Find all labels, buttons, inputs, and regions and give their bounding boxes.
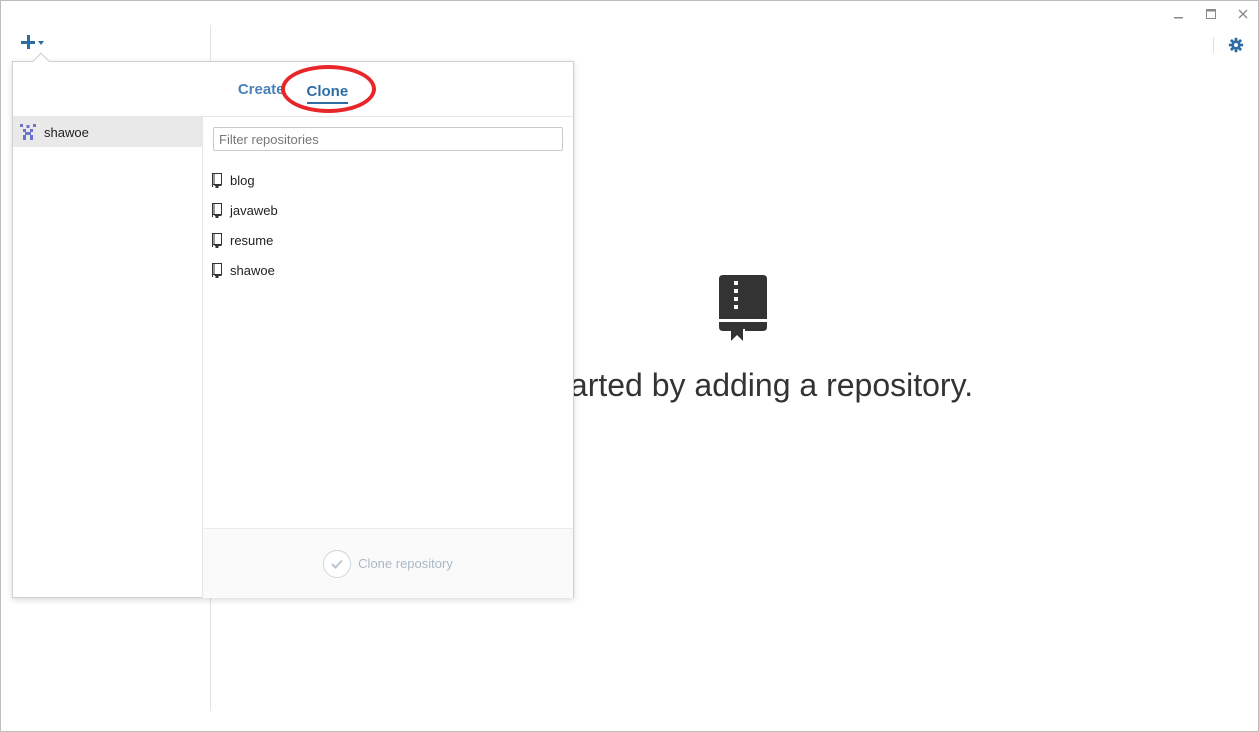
filter-repositories-input[interactable] — [213, 127, 563, 151]
popover-footer: Clone repository — [203, 528, 573, 598]
repository-name: javaweb — [230, 202, 278, 218]
account-item-shawoe[interactable]: shawoe — [13, 117, 202, 147]
minimize-icon[interactable] — [1172, 7, 1186, 21]
tab-clone-wrapper: Clone — [280, 64, 376, 113]
repository-list: blog javaweb resume shawoe — [211, 165, 278, 285]
window-controls — [1172, 7, 1250, 21]
repository-name: resume — [230, 232, 274, 248]
repo-icon — [212, 202, 222, 218]
check-icon — [323, 549, 352, 578]
app-window: tarted by adding a repository. Create Cl… — [0, 0, 1259, 732]
close-icon[interactable] — [1236, 7, 1250, 21]
repository-item-blog[interactable]: blog — [211, 165, 278, 195]
account-name: shawoe — [44, 124, 89, 140]
gear-icon[interactable] — [1228, 37, 1244, 53]
add-repository-button[interactable] — [21, 35, 44, 49]
accounts-list: shawoe — [13, 117, 203, 598]
maximize-icon[interactable] — [1204, 7, 1218, 21]
avatar — [20, 124, 36, 140]
chevron-down-icon — [38, 41, 44, 45]
repository-name: shawoe — [230, 262, 275, 278]
repository-item-resume[interactable]: resume — [211, 225, 278, 255]
repo-icon — [212, 172, 222, 188]
repository-pane: blog javaweb resume shawoe — [203, 117, 573, 598]
add-repository-popover: Create Clone shawoe Filter repositories … — [12, 52, 574, 598]
plus-icon — [21, 35, 35, 49]
clone-repository-label: Clone repository — [358, 556, 453, 571]
tab-create[interactable]: Create — [238, 81, 285, 100]
repo-icon — [212, 232, 222, 248]
repo-icon — [212, 262, 222, 278]
toolbar-separator — [1213, 37, 1214, 53]
repository-item-shawoe[interactable]: shawoe — [211, 255, 278, 285]
popover-tabs: Create Clone — [13, 62, 573, 117]
repository-name: blog — [230, 172, 255, 188]
repository-item-javaweb[interactable]: javaweb — [211, 195, 278, 225]
empty-state-text: tarted by adding a repository. — [561, 367, 974, 403]
clone-repository-button[interactable]: Clone repository — [323, 549, 453, 578]
tab-clone[interactable]: Clone — [306, 82, 349, 104]
repository-book-icon — [717, 275, 769, 345]
